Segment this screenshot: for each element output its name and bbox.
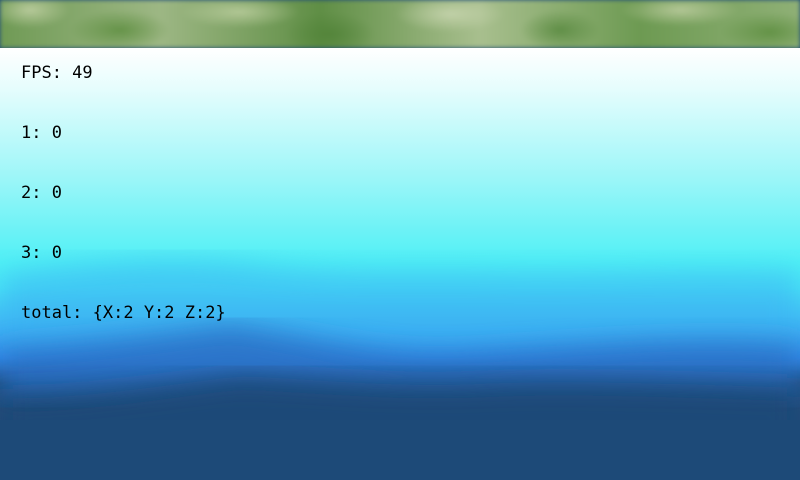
counter-3: 3: 0 xyxy=(21,243,62,263)
counter-2: 2: 0 xyxy=(21,183,62,203)
fps-counter: FPS: 49 xyxy=(21,63,93,83)
counter-1: 1: 0 xyxy=(21,123,62,143)
debug-hud: FPS: 49 1: 0 2: 0 3: 0 total: {X:2 Y:2 Z… xyxy=(21,23,226,363)
deep-water-floor xyxy=(0,420,800,480)
total-readout: total: {X:2 Y:2 Z:2} xyxy=(21,303,226,323)
game-viewport[interactable]: FPS: 49 1: 0 2: 0 3: 0 total: {X:2 Y:2 Z… xyxy=(0,0,800,480)
